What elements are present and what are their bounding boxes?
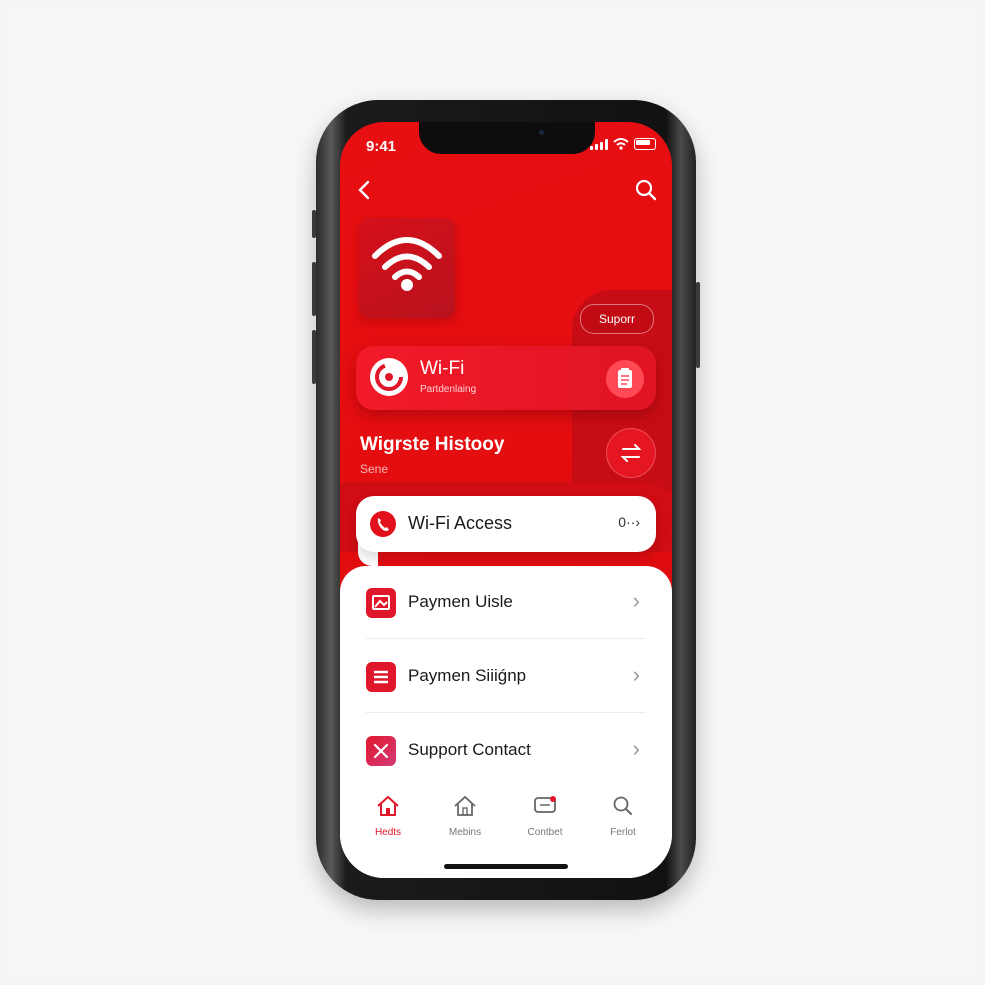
tab-label: Contbet [527,827,563,838]
document-button[interactable] [606,360,644,398]
history-subtitle: Sene [360,462,389,476]
swap-icon [620,444,642,462]
house-icon [454,795,476,816]
list-item[interactable]: Paymen Uisle › [366,566,650,638]
tab-hedts[interactable]: Hedts [353,794,423,838]
notch [419,122,595,154]
list-item[interactable]: Support Contact › [366,714,650,786]
search-icon [613,796,632,815]
support-button[interactable]: Suporr [580,304,654,334]
camera-icon [539,130,544,135]
refresh-icon [375,363,403,391]
tab-label: Ferlot [610,827,636,838]
mute-switch [312,210,316,238]
back-button[interactable] [354,176,376,204]
chevron-left-icon [358,180,370,200]
history-title: Wigrste Histooy [360,434,505,455]
wifi-card-subtitle: Partdenlaing [420,384,477,395]
wifi-access-label: Wi-Fi Access [408,513,513,533]
list-icon [366,662,396,692]
tab-mebins[interactable]: Mebins [430,794,500,838]
tab-label: Hedts [374,827,402,838]
home-indicator[interactable] [444,864,568,869]
wifi-card-title: Wi-Fi [420,358,465,379]
power-button [696,282,700,368]
list-item-label: Paymen Siiiǵnp [408,666,527,685]
chevron-right-icon: › [632,736,640,761]
wifi-status-icon [613,138,629,150]
swap-button[interactable] [606,428,656,478]
chevron-right-icon: › [632,662,640,687]
volume-up-button [312,262,316,316]
volume-down-button [312,330,316,384]
clipboard-icon [618,368,632,388]
chat-icon [534,796,556,813]
tab-ferlot[interactable]: Ferlot [588,794,658,838]
list-item-label: Paymen Uisle [408,592,513,611]
home-icon [377,795,399,816]
divider [366,638,646,639]
phone-screen: 9:41 Suporr Wi-Fi Partdenlaing Wigrste H… [340,122,672,878]
signal-icon [590,138,608,150]
search-icon [635,179,657,201]
wifi-icon [372,237,442,291]
status-time: 9:41 [366,138,397,155]
wifi-card-icon [370,358,408,396]
tools-icon [366,736,396,766]
list-item-label: Support Contact [408,740,531,759]
tab-contbet[interactable]: Contbet [510,794,580,838]
status-icons [590,138,656,150]
divider [366,712,646,713]
chevron-right-icon: › [632,588,640,613]
search-button[interactable] [634,178,658,202]
battery-icon [634,138,656,150]
wifi-access-row[interactable]: Wi-Fi Access 0··› [356,496,656,552]
wifi-access-value: 0··› [618,514,640,530]
phone-icon [370,511,396,537]
wifi-card[interactable]: Wi-Fi Partdenlaing [356,346,656,410]
image-icon [366,588,396,618]
list-item[interactable]: Paymen Siiiǵnp › [366,640,650,712]
wifi-hero-tile [359,218,455,318]
tab-label: Mebins [448,827,482,838]
